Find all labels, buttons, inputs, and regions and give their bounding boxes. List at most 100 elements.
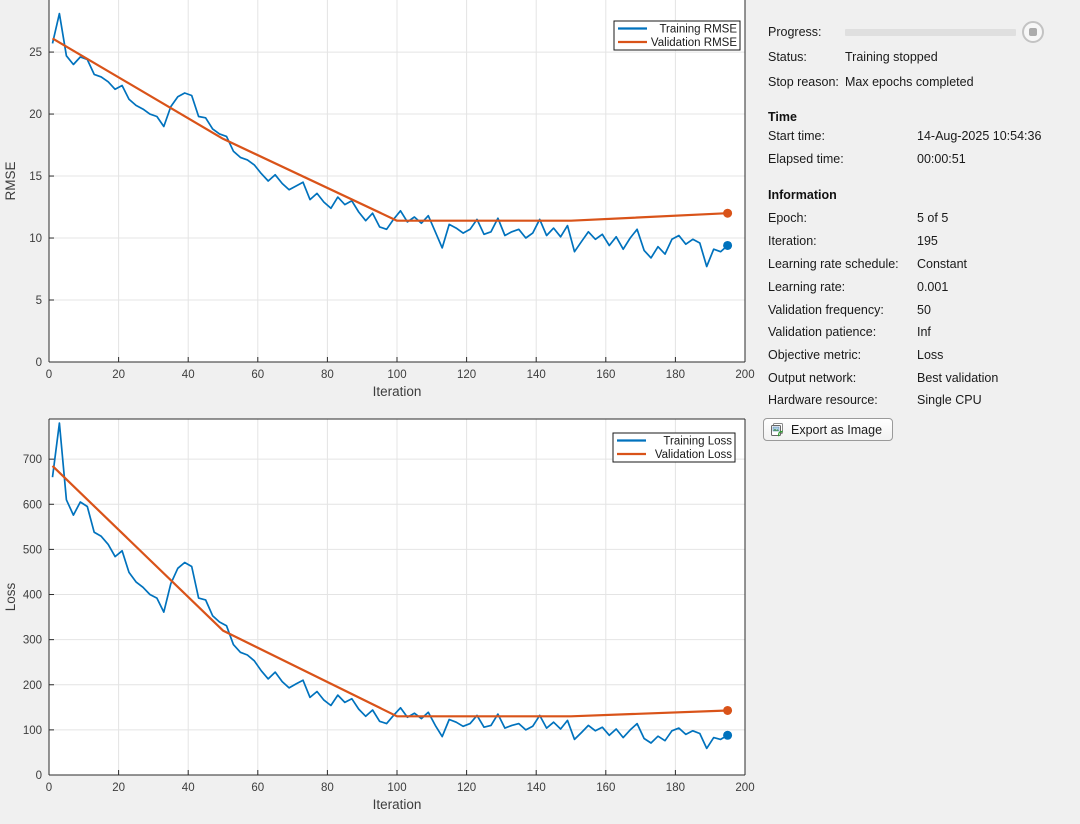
y-tick-label: 400 — [23, 590, 42, 602]
validation-final-marker — [723, 705, 733, 715]
y-tick-label: 10 — [29, 233, 42, 245]
learning-rate-label: Learning rate: — [768, 280, 846, 294]
x-tick-label: 160 — [596, 782, 615, 794]
elapsed-time-row: Elapsed time: 00:00:51 — [760, 151, 1080, 167]
information-section-title: Information — [768, 188, 837, 202]
stop-icon — [1029, 28, 1037, 36]
start-time-value: 14-Aug-2025 10:54:36 — [917, 129, 1042, 143]
y-tick-label: 100 — [23, 725, 42, 737]
training-final-marker — [723, 240, 733, 250]
time-section-title: Time — [768, 110, 797, 124]
output-network-value: Best validation — [917, 371, 999, 385]
legend-entry-label: Validation RMSE — [651, 37, 737, 49]
validation-final-marker — [723, 208, 733, 218]
x-tick-label: 160 — [596, 369, 615, 381]
x-tick-label: 120 — [457, 369, 476, 381]
y-axis-label: Loss — [3, 582, 18, 611]
training-final-marker — [723, 730, 733, 740]
training-progress-window: { "colors": { "training_line": "#0072bd"… — [0, 0, 1080, 824]
status-value: Training stopped — [845, 50, 938, 64]
x-tick-label: 180 — [666, 369, 685, 381]
stop-reason-value: Max epochs completed — [845, 75, 974, 89]
legend-entry-label: Validation Loss — [655, 449, 732, 461]
x-tick-label: 80 — [321, 782, 334, 794]
start-time-label: Start time: — [768, 129, 825, 143]
stop-reason-label: Stop reason: — [768, 75, 839, 89]
objective-metric-label: Objective metric: — [768, 348, 862, 362]
y-tick-label: 5 — [36, 295, 42, 307]
y-tick-label: 0 — [36, 770, 42, 782]
x-tick-label: 180 — [666, 782, 685, 794]
y-tick-label: 700 — [23, 454, 42, 466]
x-tick-label: 140 — [527, 369, 546, 381]
legend-entry-label: Training RMSE — [659, 24, 737, 36]
training-info-panel: Progress: Status: Training stopped Stop … — [760, 0, 1080, 824]
hardware-resource-label: Hardware resource: — [768, 393, 878, 407]
objective-metric-value: Loss — [917, 348, 944, 362]
x-tick-label: 140 — [527, 782, 546, 794]
x-tick-label: 80 — [321, 369, 334, 381]
learning-rate-row: Learning rate: 0.001 — [760, 279, 1080, 295]
validation-patience-value: Inf — [917, 325, 931, 339]
output-network-row: Output network: Best validation — [760, 370, 1080, 386]
learning-rate-value: 0.001 — [917, 280, 949, 294]
stop-button[interactable] — [1022, 21, 1044, 43]
y-tick-label: 20 — [29, 109, 42, 121]
x-tick-label: 20 — [112, 369, 125, 381]
progress-bar — [845, 29, 1016, 36]
x-tick-label: 0 — [46, 782, 52, 794]
lr-schedule-row: Learning rate schedule: Constant — [760, 256, 1080, 272]
epoch-label: Epoch: — [768, 211, 807, 225]
x-tick-label: 0 — [46, 369, 52, 381]
x-axis-label: Iteration — [373, 384, 422, 399]
loss-chart: 0 20 40 60 80 100 120 140 160 180 200 0 100 200 300 400… — [3, 418, 755, 812]
hardware-resource-value: Single CPU — [917, 393, 982, 407]
progress-label: Progress: — [768, 25, 822, 39]
iteration-value: 195 — [917, 234, 938, 248]
y-tick-label: 300 — [23, 635, 42, 647]
iteration-row: Iteration: 195 — [760, 233, 1080, 249]
x-tick-label: 20 — [112, 782, 125, 794]
output-network-label: Output network: — [768, 371, 857, 385]
y-tick-label: 500 — [23, 544, 42, 556]
elapsed-time-label: Elapsed time: — [768, 152, 844, 166]
x-tick-label: 200 — [735, 782, 754, 794]
y-tick-label: 15 — [29, 171, 42, 183]
validation-frequency-row: Validation frequency: 50 — [760, 302, 1080, 318]
elapsed-time-value: 00:00:51 — [917, 152, 966, 166]
x-tick-label: 60 — [251, 369, 264, 381]
rmse-chart: 0 20 40 60 80 100 120 140 160 180 200 0 5 10 15 20 25 Ite… — [3, 0, 755, 399]
start-time-row: Start time: 14-Aug-2025 10:54:36 — [760, 128, 1080, 144]
y-axis-label: RMSE — [3, 161, 18, 200]
x-tick-label: 60 — [251, 782, 264, 794]
validation-frequency-value: 50 — [917, 303, 931, 317]
lr-schedule-label: Learning rate schedule: — [768, 257, 899, 271]
validation-frequency-label: Validation frequency: — [768, 303, 884, 317]
y-tick-label: 200 — [23, 680, 42, 692]
x-tick-label: 120 — [457, 782, 476, 794]
legend-entry-label: Training Loss — [663, 436, 732, 448]
lr-schedule-value: Constant — [917, 257, 968, 271]
y-tick-label: 25 — [29, 47, 42, 59]
x-tick-label: 40 — [182, 782, 195, 794]
validation-patience-label: Validation patience: — [768, 325, 877, 339]
x-tick-label: 40 — [182, 369, 195, 381]
x-tick-label: 100 — [387, 782, 406, 794]
stop-reason-row: Stop reason: Max epochs completed — [760, 74, 1080, 90]
export-as-image-label: Export as Image — [791, 422, 883, 437]
objective-metric-row: Objective metric: Loss — [760, 347, 1080, 363]
progress-row: Progress: — [760, 21, 1080, 43]
export-as-image-icon — [771, 422, 783, 436]
y-tick-label: 600 — [23, 499, 42, 511]
epoch-row: Epoch: 5 of 5 — [760, 210, 1080, 226]
x-tick-label: 100 — [387, 369, 406, 381]
export-as-image-button[interactable]: Export as Image — [763, 418, 894, 441]
validation-patience-row: Validation patience: Inf — [760, 324, 1080, 340]
status-label: Status: — [768, 50, 807, 64]
status-row: Status: Training stopped — [760, 49, 1080, 65]
epoch-value: 5 of 5 — [917, 211, 949, 225]
x-axis-label: Iteration — [373, 797, 422, 812]
hardware-resource-row: Hardware resource: Single CPU — [760, 392, 1080, 408]
y-tick-label: 0 — [36, 357, 42, 369]
iteration-label: Iteration: — [768, 234, 817, 248]
